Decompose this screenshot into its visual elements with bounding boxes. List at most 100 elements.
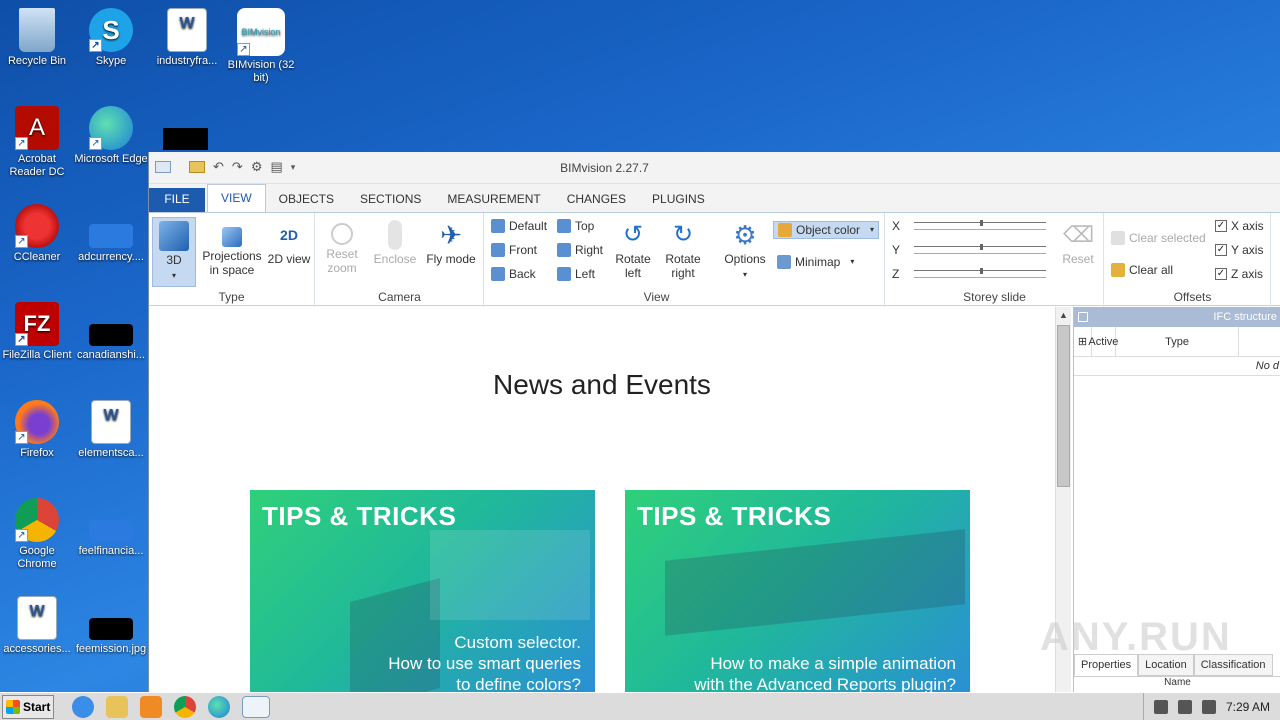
cube-3d-icon [159,221,189,251]
pin-icon[interactable] [1078,312,1088,322]
x-axis-checkbox[interactable]: ✓ X axis [1215,217,1264,235]
scrollbar-thumb[interactable] [1057,325,1070,487]
top-label: Top [575,219,595,233]
slider-knob[interactable] [980,220,983,226]
view-left-button[interactable]: Left [557,265,595,283]
tab-sections[interactable]: SECTIONS [347,188,434,212]
chrome-taskbar-icon[interactable] [174,695,196,718]
rotate-right-label: Rotate right [665,252,701,280]
card-body: Custom selector. How to use smart querie… [388,633,581,692]
tab-view[interactable]: VIEW [207,184,266,212]
slider-knob[interactable] [980,268,983,274]
tab-changes[interactable]: CHANGES [554,188,639,212]
bimvision-taskbar-icon[interactable] [242,695,270,718]
title-bar: ↶ ↷ ⚙ ▤ ▾ BIMvision 2.27.7 [149,152,1280,184]
col-extra[interactable] [1239,327,1280,356]
y-slider[interactable] [914,244,1046,254]
desktop-icon-skype[interactable]: S ↗ Skype [74,8,148,68]
y-axis-checkbox[interactable]: ✓ Y axis [1215,241,1263,259]
ccleaner-icon: ↗ [15,204,59,248]
skype-icon: S ↗ [89,8,133,52]
fly-mode-button[interactable]: ✈ Fly mode [426,217,476,287]
col-type[interactable]: Type [1116,327,1240,356]
checkbox-checked-icon[interactable]: ✓ [1215,220,1227,232]
desktop-icon-label: Google Chrome [17,545,57,570]
desktop-icon-word-doc[interactable]: W industryfra... [150,8,224,68]
desktop-icon-filezilla[interactable]: FZ ↗ FileZilla Client [0,302,74,362]
file-explorer-icon[interactable] [106,695,128,718]
desktop-icon-firefox[interactable]: ↗ Firefox [0,400,74,460]
3d-label: 3D [166,253,182,267]
desktop-icon-edge[interactable]: ↗ Microsoft Edge [74,106,148,166]
desktop-icon-feemission[interactable]: feemission.jpg [74,596,148,656]
rotate-right-button[interactable]: ↻ Rotate right [661,217,705,287]
scroll-up-arrow-icon[interactable]: ▲ [1059,310,1068,320]
file-icon [89,520,133,542]
checkbox-checked-icon[interactable]: ✓ [1215,244,1227,256]
view-right-button[interactable]: Right [557,241,603,259]
desktop-icon-label: Recycle Bin [7,55,67,67]
news-card[interactable]: TIPS & TRICKS How to make a simple anima… [625,490,970,692]
z-axis-checkbox[interactable]: ✓ Z axis [1215,265,1263,283]
desktop-icon-accessories[interactable]: W accessories... [0,596,74,656]
start-button[interactable]: Start [2,694,54,719]
checkbox-checked-icon[interactable]: ✓ [1215,268,1227,280]
group-storey-slide: X Y Z ⌫ Reset Storey slide [886,213,1104,307]
desktop-icon-bimvision[interactable]: BIMvision ↗ BIMvision (32 bit) [224,8,298,85]
desktop-icon-acrobat[interactable]: A ↗ Acrobat Reader DC [0,106,74,179]
z-axis-label: Z axis [1231,267,1264,281]
desktop-icon-elementsca[interactable]: W elementsca... [74,400,148,460]
news-card[interactable]: TIPS & TRICKS Custom selector. How to us… [250,490,595,692]
broom-icon [1111,263,1125,277]
broom-icon [1111,231,1125,245]
edge-taskbar-icon[interactable] [208,695,230,718]
tab-objects[interactable]: OBJECTS [266,188,347,212]
view-back-button[interactable]: Back [491,265,536,283]
2d-view-button[interactable]: 2D 2D view [267,217,311,287]
desktop-icon-feelfinancia[interactable]: feelfinancia... [74,498,148,558]
desktop-icon-chrome[interactable]: ↗ Google Chrome [0,498,74,571]
desktop-icon-canadianshi[interactable]: canadianshi... [74,302,148,362]
clock[interactable]: 7:29 AM [1226,700,1270,714]
clear-all-button[interactable]: Clear all [1111,261,1173,279]
enclose-button[interactable]: Enclose [370,217,420,287]
group-title-offsets: Offsets [1173,290,1212,304]
rotate-left-label: Rotate left [615,252,651,280]
internet-explorer-icon[interactable] [72,695,94,718]
slider-knob[interactable] [980,244,983,250]
desktop-icon-label: Microsoft Edge [74,153,148,165]
enclose-icon [388,220,402,250]
desktop-icon-label: Skype [95,55,127,67]
projections-label: Projections in space [202,249,262,277]
projections-button[interactable]: Projections in space [201,217,263,287]
storey-reset-button[interactable]: ⌫ Reset [1056,217,1100,287]
tab-measurement[interactable]: MEASUREMENT [434,188,553,212]
no-data-text: No d [1074,357,1280,376]
minimap-dropdown[interactable]: Minimap ▾ [777,253,854,271]
desktop-icon-ccleaner[interactable]: ↗ CCleaner [0,204,74,264]
rotate-left-button[interactable]: ↺ Rotate left [611,217,655,287]
tab-plugins[interactable]: PLUGINS [639,188,718,212]
col-active[interactable]: Active [1088,327,1118,356]
flag-icon[interactable] [1201,700,1216,714]
redacted-thumbnail-icon [89,618,133,640]
view-default-button[interactable]: Default [491,217,547,235]
media-player-icon[interactable] [140,695,162,718]
clear-selected-button[interactable]: Clear selected [1111,229,1206,247]
z-slider[interactable] [914,268,1046,278]
network-icon[interactable] [1177,700,1192,714]
options-button[interactable]: ⚙ Options ▾ [721,217,769,287]
gear-icon: ⚙ [733,220,757,250]
volume-icon[interactable] [1153,700,1168,714]
3d-button[interactable]: 3D ▾ [152,217,196,287]
firefox-icon: ↗ [15,400,59,444]
view-top-button[interactable]: Top [557,217,594,235]
object-color-dropdown[interactable]: Object color ▾ [773,221,879,239]
view-front-button[interactable]: Front [491,241,537,259]
desktop-icon-adcurrency[interactable]: adcurrency.... [74,204,148,264]
desktop-icon-recycle-bin[interactable]: Recycle Bin [0,8,74,68]
tab-file[interactable]: FILE [149,188,205,212]
reset-zoom-button[interactable]: Reset zoom [320,217,364,287]
x-slider[interactable] [914,220,1046,230]
desktop-icon-label: Acrobat Reader DC [9,153,65,178]
